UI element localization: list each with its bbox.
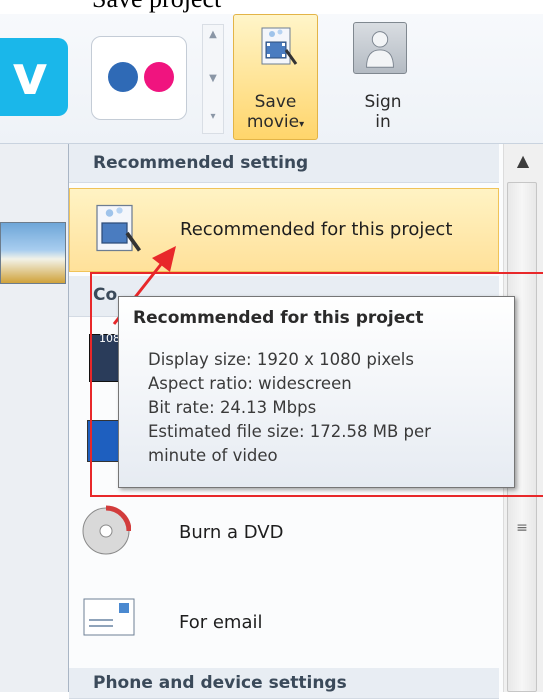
menu-item-email[interactable]: For email bbox=[69, 590, 499, 660]
sign-in-label: Sign in bbox=[348, 92, 418, 132]
tooltip-line: minute of video bbox=[148, 446, 278, 465]
menu-header-phone: Phone and device settings bbox=[69, 668, 499, 699]
flickr-blue-dot bbox=[108, 62, 138, 92]
scroll-grip-icon: ≡ bbox=[516, 520, 528, 536]
caption-text: Save project bbox=[92, 0, 221, 14]
vimeo-logo-letter: v bbox=[12, 44, 48, 107]
menu-header-recommended: Recommended setting bbox=[69, 144, 499, 183]
save-movie-label: Save movie▾ bbox=[233, 92, 318, 135]
save-movie-icon bbox=[261, 27, 298, 65]
gallery-up-icon[interactable]: ▲ bbox=[203, 29, 223, 40]
storyboard-thumbnail[interactable] bbox=[0, 222, 66, 284]
gallery-down-icon[interactable]: ▼ bbox=[203, 73, 223, 84]
chevron-down-icon[interactable]: ▾ bbox=[299, 119, 304, 130]
signin-line1: Sign bbox=[364, 92, 402, 112]
dvd-disc-icon bbox=[82, 505, 131, 555]
menu-item-burn-dvd[interactable]: Burn a DVD bbox=[69, 500, 499, 570]
email-label: For email bbox=[179, 612, 263, 633]
recommended-setting-heading: Recommended setting bbox=[93, 153, 309, 173]
signin-line2: in bbox=[375, 112, 391, 132]
caption-strip: Save project bbox=[0, 0, 543, 14]
recommended-label: Recommended for this project bbox=[180, 219, 453, 240]
save-line1: Save bbox=[254, 92, 297, 112]
tooltip-line: Bit rate: 24.13 Mbps bbox=[148, 398, 317, 417]
burn-dvd-label: Burn a DVD bbox=[179, 522, 284, 543]
tooltip-line: Aspect ratio: widescreen bbox=[148, 374, 352, 393]
tooltip-line: Estimated file size: 172.58 MB per bbox=[148, 422, 431, 441]
tooltip-title: Recommended for this project bbox=[133, 308, 424, 328]
phone-settings-heading: Phone and device settings bbox=[93, 673, 347, 693]
windows-live-user-icon bbox=[353, 22, 407, 74]
gallery-more-icon[interactable]: ▾ bbox=[203, 111, 223, 122]
flickr-pink-dot bbox=[144, 62, 174, 92]
tooltip-line: Display size: 1920 x 1080 pixels bbox=[148, 350, 414, 369]
save-line2: movie bbox=[246, 112, 300, 132]
gallery-scroll[interactable]: ▲ ▼ ▾ bbox=[202, 24, 224, 134]
email-icon bbox=[83, 598, 135, 636]
scroll-up-icon[interactable]: ▲ bbox=[503, 144, 543, 178]
